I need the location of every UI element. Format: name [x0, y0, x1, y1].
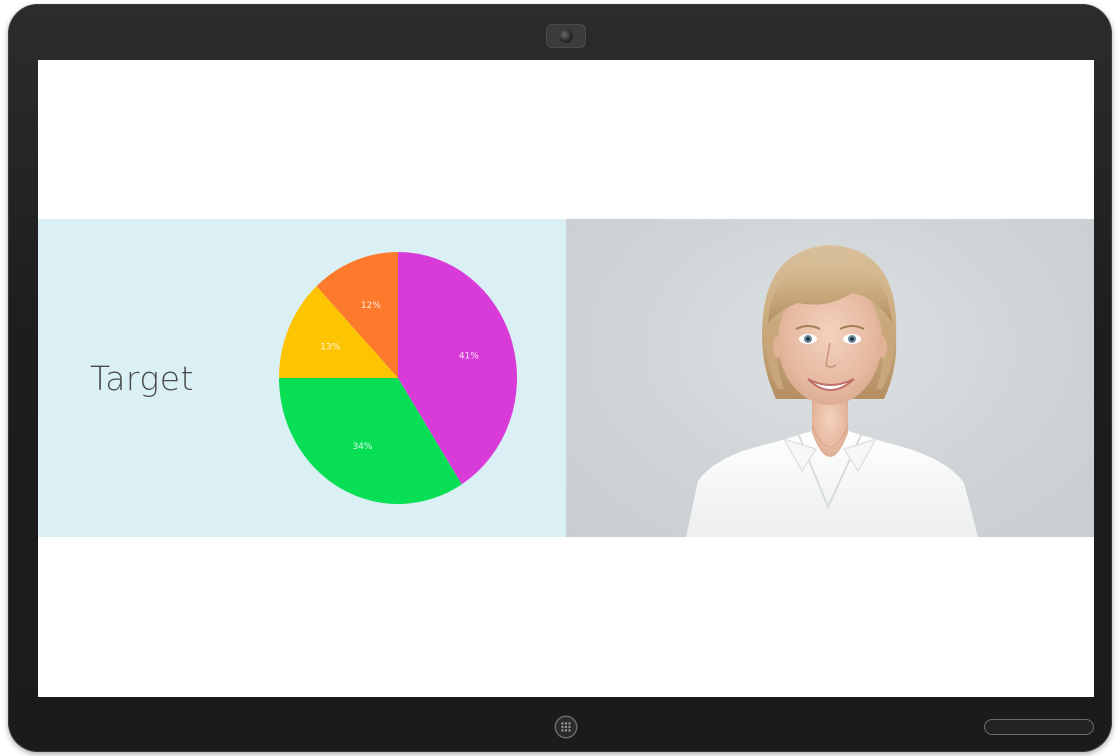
speaker-grille: [984, 719, 1094, 735]
tablet-device: Target 41% 34% 13% 12%: [8, 4, 1112, 752]
home-button[interactable]: [556, 717, 576, 737]
pie-chart: 41% 34% 13% 12%: [279, 252, 517, 504]
pie-slices: [279, 252, 517, 504]
pie-label: 13%: [320, 342, 340, 352]
portrait-photo: [686, 245, 978, 537]
front-camera: [546, 24, 586, 48]
chart-panel: Target 41% 34% 13% 12%: [38, 219, 566, 537]
camera-icon: [559, 29, 573, 43]
pie-label: 41%: [459, 352, 479, 362]
slide-content-band: Target 41% 34% 13% 12%: [38, 219, 1094, 537]
pie-label: 34%: [352, 442, 372, 452]
slide-heading: Target: [90, 359, 194, 398]
portrait-panel: [566, 219, 1094, 537]
pie-label: 12%: [361, 301, 381, 311]
home-button-icon: [561, 722, 571, 732]
device-screen: Target 41% 34% 13% 12%: [38, 60, 1094, 697]
